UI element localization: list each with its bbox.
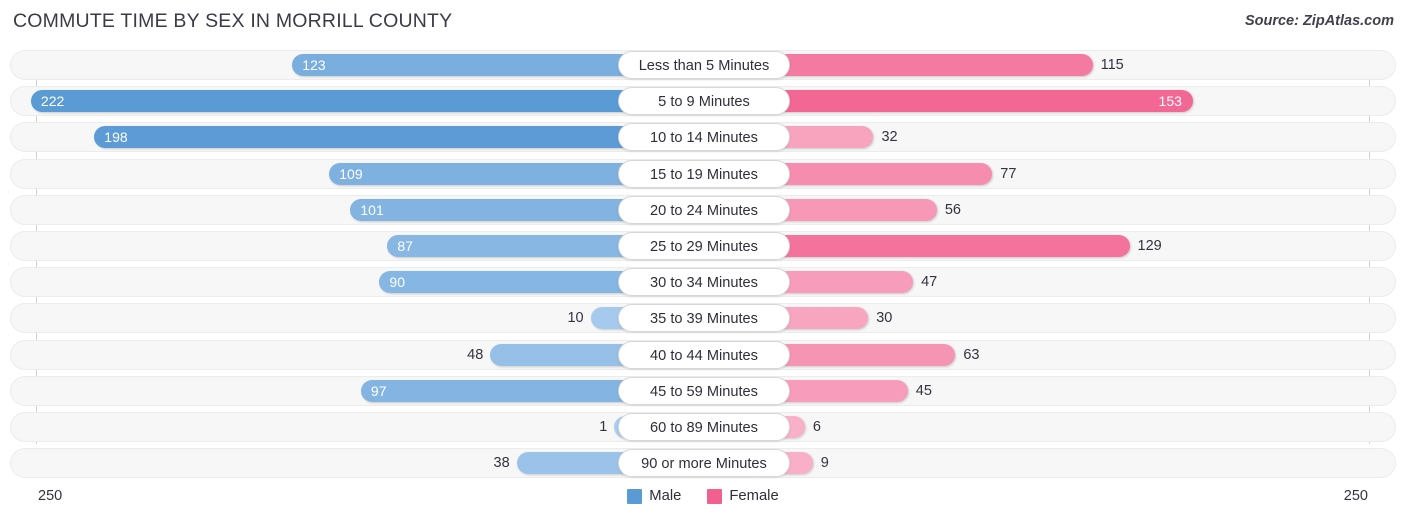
- bar-value-female: 129: [1137, 237, 1162, 254]
- category-label-pill[interactable]: 90 or more Minutes: [618, 449, 790, 478]
- category-label-pill[interactable]: 45 to 59 Minutes: [618, 376, 790, 405]
- chart-row: 48 63 40 to 44 Minutes: [0, 338, 1406, 374]
- category-label-pill[interactable]: Less than 5 Minutes: [618, 51, 790, 79]
- bar-rows-container: 123 115 Less than 5 Minutes 222 153 5 to 9 Mi…: [0, 48, 1406, 482]
- bar-value-male: 90: [389, 274, 405, 291]
- bar-value-female: 47: [921, 274, 938, 291]
- legend-label-female: Female: [729, 488, 779, 504]
- legend-swatch-female-icon: [707, 488, 723, 504]
- chart-row: 222 153 5 to 9 Minutes: [0, 84, 1406, 120]
- bar-value-female: 45: [915, 382, 932, 399]
- bar-value-female: 6: [812, 418, 821, 435]
- category-label-pill[interactable]: 10 to 14 Minutes: [618, 123, 790, 152]
- category-label-pill[interactable]: 20 to 24 Minutes: [618, 195, 790, 224]
- chart-footer: 250 250 Male Female: [0, 484, 1406, 523]
- chart-row: 38 9 90 or more Minutes: [0, 446, 1406, 482]
- bar-value-female: 153: [1158, 93, 1182, 110]
- legend-item-female[interactable]: Female: [707, 488, 779, 504]
- bar-male[interactable]: 198: [94, 126, 703, 149]
- category-label-pill[interactable]: 25 to 29 Minutes: [618, 231, 790, 260]
- category-label-pill[interactable]: 60 to 89 Minutes: [618, 412, 790, 441]
- bar-value-female: 9: [820, 455, 829, 472]
- bar-value-female: 115: [1100, 57, 1124, 73]
- chart-row: 90 47 30 to 34 Minutes: [0, 265, 1406, 301]
- chart-row: 123 115 Less than 5 Minutes: [0, 48, 1406, 84]
- bar-value-female: 77: [1000, 165, 1017, 182]
- bar-male[interactable]: 222: [30, 90, 703, 113]
- bar-value-male: 1: [599, 418, 608, 435]
- bar-value-female: 56: [944, 201, 961, 218]
- chart-header: COMMUTE TIME BY SEX IN MORRILL COUNTY So…: [0, 0, 1406, 44]
- bar-value-male: 198: [104, 129, 128, 146]
- bar-value-male: 101: [360, 201, 384, 218]
- bar-value-female: 32: [881, 129, 898, 146]
- category-label-pill[interactable]: 5 to 9 Minutes: [618, 87, 790, 116]
- chart-row: 109 77 15 to 19 Minutes: [0, 157, 1406, 193]
- bar-value-male: 222: [40, 93, 65, 110]
- bar-value-male: 97: [370, 382, 387, 399]
- chart-row: 198 32 10 to 14 Minutes: [0, 120, 1406, 156]
- chart-legend: Male Female: [0, 488, 1406, 504]
- chart-row: 97 45 45 to 59 Minutes: [0, 374, 1406, 410]
- bar-value-male: 109: [339, 165, 363, 182]
- chart-row: 101 56 20 to 24 Minutes: [0, 193, 1406, 229]
- category-label-pill[interactable]: 40 to 44 Minutes: [618, 340, 790, 369]
- bar-value-male: 87: [397, 237, 413, 254]
- bar-value-female: 30: [876, 310, 893, 327]
- bar-value-female: 63: [963, 346, 980, 363]
- bar-value-male: 123: [302, 57, 326, 73]
- source-attribution: Source: ZipAtlas.com: [1244, 13, 1394, 29]
- chart-plot-area: 123 115 Less than 5 Minutes 222 153 5 to 9 Mi…: [0, 44, 1406, 484]
- bar-value-male: 38: [493, 455, 510, 472]
- page-title: COMMUTE TIME BY SEX IN MORRILL COUNTY: [13, 10, 453, 32]
- chart-row: 10 30 35 to 39 Minutes: [0, 301, 1406, 337]
- legend-label-male: Male: [649, 488, 682, 504]
- bar-value-male: 10: [567, 310, 584, 327]
- category-label-pill[interactable]: 30 to 34 Minutes: [618, 268, 790, 297]
- category-label-pill[interactable]: 15 to 19 Minutes: [618, 159, 790, 188]
- legend-item-male[interactable]: Male: [627, 488, 681, 504]
- category-label-pill[interactable]: 35 to 39 Minutes: [618, 304, 790, 333]
- legend-swatch-male-icon: [627, 488, 643, 504]
- chart-row: 1 6 60 to 89 Minutes: [0, 410, 1406, 446]
- chart-row: 87 129 25 to 29 Minutes: [0, 229, 1406, 265]
- bar-value-male: 48: [467, 346, 484, 363]
